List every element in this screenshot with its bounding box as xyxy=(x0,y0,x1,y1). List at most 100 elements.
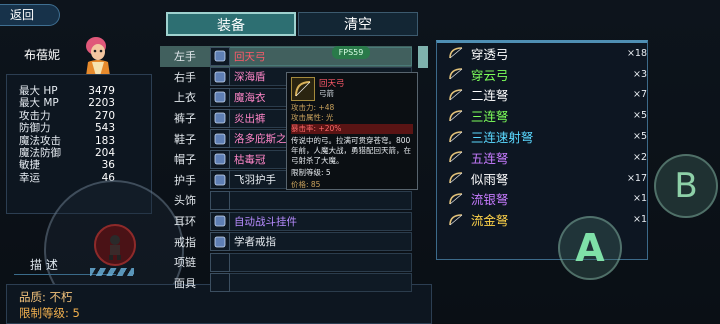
inventory-item-count: ×3 xyxy=(632,68,647,80)
slot-item-name: 自动战斗挂件 xyxy=(230,211,412,231)
tooltip-lore: 传说中的弓。拉满可贯穿苍穹。800年前，人魔大战，勇猎配回天箭，在弓射杀了大魔。 xyxy=(291,136,411,165)
inventory-item-count: ×2 xyxy=(632,151,647,163)
stat-row: 防御力 543 xyxy=(19,122,151,134)
stat-row: 敏捷 36 xyxy=(19,159,151,171)
bow-icon xyxy=(291,77,315,101)
inventory-item-count: ×7 xyxy=(632,89,647,101)
inventory-item-name: 似雨弩 xyxy=(470,171,509,187)
inventory-item[interactable]: 穿透弓 ×18 xyxy=(437,43,647,64)
slot-item-name xyxy=(230,252,412,272)
tab-clear[interactable]: 清空 xyxy=(298,12,418,36)
pendant-icon xyxy=(210,211,230,231)
description-stripe-decoration xyxy=(90,268,134,276)
stat-row: 攻击力 270 xyxy=(19,110,151,122)
item-level-limit: 限制等级: 5 xyxy=(19,306,80,320)
item-tooltip: 回天弓 弓箭 攻击力: +48 攻击属性: 光 暴击率: +20% 传说中的弓。… xyxy=(286,72,418,190)
crossbow-icon xyxy=(447,66,465,82)
tooltip-price: 价格: 85 xyxy=(291,180,321,189)
empty-slot-icon xyxy=(210,273,230,293)
inventory-item-count: ×5 xyxy=(632,110,647,122)
stat-label: 魔法攻击 xyxy=(19,134,61,147)
empty-slot-icon xyxy=(210,252,230,272)
slot-item-name: 回天弓 xyxy=(230,46,412,66)
inventory-panel: 穿透弓 ×18 穿云弓 ×3 二连弩 ×7 三连弩 ×5 三连速射弩 ×5 五连弩 ×2 似雨弩 ×17 流… xyxy=(436,40,648,260)
ring-icon xyxy=(210,232,230,252)
stat-value: 543 xyxy=(94,122,115,135)
shield-icon xyxy=(210,67,230,87)
tooltip-item-type: 弓箭 xyxy=(319,89,334,98)
crossbow-icon xyxy=(447,129,465,145)
description-tab[interactable]: 描 述 xyxy=(30,256,58,273)
crossbow-icon xyxy=(447,170,465,186)
character-name: 布蓓妮 xyxy=(24,48,61,62)
equipment-slot[interactable]: 耳环 自动战斗挂件 xyxy=(160,211,412,232)
inventory-item-count: ×17 xyxy=(626,172,647,184)
equipment-slot[interactable]: 左手 回天弓 xyxy=(160,46,412,67)
equipment-slot[interactable]: 戒指 学者戒指 xyxy=(160,231,412,252)
crossbow-icon xyxy=(447,149,465,165)
stat-value: 2203 xyxy=(88,97,115,110)
inventory-item[interactable]: 似雨弩 ×17 xyxy=(437,168,647,189)
inventory-item[interactable]: 三连弩 ×5 xyxy=(437,105,647,126)
tooltip-element: 攻击属性: 光 xyxy=(291,113,334,122)
inventory-item[interactable]: 穿云弓 ×3 xyxy=(437,64,647,85)
crossbow-icon xyxy=(447,108,465,124)
slot-label: 右手 xyxy=(174,70,196,84)
stat-label: 敏捷 xyxy=(19,159,40,172)
character-sprite-icon xyxy=(109,235,121,260)
inventory-item[interactable]: 二连弩 ×7 xyxy=(437,85,647,106)
inventory-item-name: 三连弩 xyxy=(470,109,509,125)
boots-icon xyxy=(210,129,230,149)
slot-label: 裤子 xyxy=(174,112,196,126)
crossbow-icon xyxy=(447,45,465,61)
inventory-item-count: ×1 xyxy=(632,214,647,226)
inventory-item-name: 穿透弓 xyxy=(470,46,509,62)
stat-row: 最大 HP 3479 xyxy=(19,85,151,97)
slot-item-name xyxy=(230,190,412,210)
back-button[interactable]: 返回 xyxy=(0,4,60,26)
stat-label: 防御力 xyxy=(19,122,51,135)
empty-slot-icon xyxy=(210,190,230,210)
slot-item-name: 学者戒指 xyxy=(230,232,412,252)
crossbow-icon xyxy=(447,212,465,228)
equipment-slot[interactable]: 面具 xyxy=(160,273,412,294)
stat-label: 最大 HP xyxy=(19,85,58,97)
stat-value: 183 xyxy=(94,134,115,147)
tooltip-crit: 暴击率: +20% xyxy=(291,124,413,134)
crown-icon xyxy=(210,149,230,169)
inventory-item[interactable]: 五连弩 ×2 xyxy=(437,147,647,168)
tooltip-level: 限制等级: 5 xyxy=(291,168,331,177)
robe-icon xyxy=(210,87,230,107)
slot-label: 左手 xyxy=(174,50,196,64)
action-b-button[interactable]: B xyxy=(654,154,718,218)
stat-label: 幸运 xyxy=(19,171,40,184)
inventory-item[interactable]: 三连速射弩 ×5 xyxy=(437,126,647,147)
stat-row: 最大 MP 2203 xyxy=(19,97,151,109)
slot-label: 项链 xyxy=(174,256,196,270)
joystick-knob[interactable] xyxy=(94,224,136,266)
tab-equip[interactable]: 装备 xyxy=(166,12,296,36)
inventory-item[interactable]: 流金弩 ×1 xyxy=(437,209,647,230)
crossbow-icon xyxy=(447,87,465,103)
slot-label: 护手 xyxy=(174,173,196,187)
equipment-slot[interactable]: 头饰 xyxy=(160,190,412,211)
stat-label: 最大 MP xyxy=(19,97,59,110)
action-a-button[interactable]: A xyxy=(558,216,622,280)
tooltip-attack: 攻击力: +48 xyxy=(291,103,335,112)
stat-label: 攻击力 xyxy=(19,109,51,122)
slot-label: 帽子 xyxy=(174,153,196,167)
inventory-item-name: 穿云弓 xyxy=(470,67,509,83)
stat-label: 魔法防御 xyxy=(19,146,61,159)
inventory-item-count: ×1 xyxy=(632,193,647,205)
stat-value: 270 xyxy=(94,109,115,122)
inventory-item[interactable]: 流银弩 ×1 xyxy=(437,189,647,210)
fps-counter: FPS59 xyxy=(332,46,370,59)
bow-icon xyxy=(210,46,230,66)
equipment-slot[interactable]: 项链 xyxy=(160,252,412,273)
inventory-item-name: 二连弩 xyxy=(470,88,509,104)
slot-label: 上衣 xyxy=(174,91,196,105)
inventory-item-name: 五连弩 xyxy=(470,150,509,166)
tooltip-item-name: 回天弓 xyxy=(319,79,345,89)
inventory-item-name: 三连速射弩 xyxy=(470,130,534,146)
stat-value: 36 xyxy=(101,159,115,172)
